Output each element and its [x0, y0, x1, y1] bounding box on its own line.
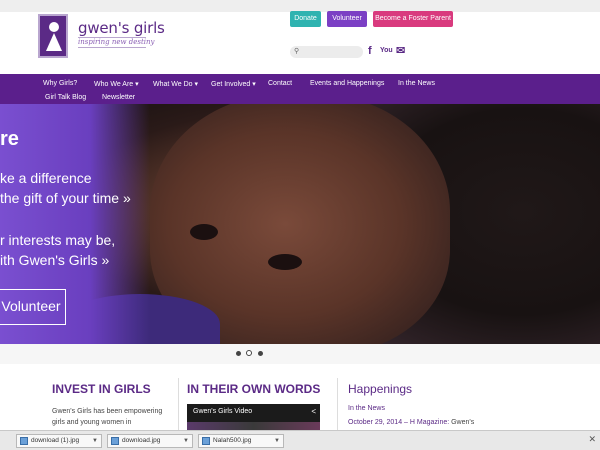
- video-player[interactable]: Gwen's Girls Video <: [187, 404, 320, 430]
- hero-line-2[interactable]: the gift of your time »: [0, 190, 131, 206]
- logo-body-icon: [46, 33, 62, 51]
- column-divider: [337, 378, 338, 430]
- nav-item-who-we-are[interactable]: Who We Are ▾: [94, 80, 139, 88]
- nav-item-girl-talk-blog[interactable]: Girl Talk Blog: [45, 94, 86, 101]
- brand-tagline: inspiring new destiny: [78, 38, 155, 46]
- image-file-icon: [202, 437, 210, 445]
- content-columns: INVEST IN GIRLS Gwen's Girls has been em…: [0, 364, 600, 430]
- words-heading[interactable]: IN THEIR OWN WORDS: [187, 382, 320, 396]
- invest-body-line-2: girls and young women in: [52, 419, 132, 426]
- hero-photo-eye-right: [268, 254, 302, 270]
- main-nav: Why Girls? Who We Are ▾ What We Do ▾ Get…: [0, 74, 600, 104]
- happenings-heading[interactable]: Happenings: [348, 382, 412, 396]
- facebook-icon[interactable]: f: [368, 45, 372, 57]
- hero-line-4[interactable]: ith Gwen's Girls »: [0, 252, 109, 268]
- youtube-icon[interactable]: You: [380, 47, 393, 54]
- volunteer-button[interactable]: Volunteer: [327, 11, 367, 27]
- news-snippet: Gwen's: [449, 419, 475, 426]
- invest-heading[interactable]: INVEST IN GIRLS: [52, 382, 151, 396]
- logo-head-icon: [49, 22, 59, 32]
- column-divider: [178, 378, 179, 430]
- search-icon: ⚲: [294, 48, 300, 55]
- nav-item-in-the-news[interactable]: In the News: [398, 80, 435, 87]
- download-filename: Nalah500.jpg: [213, 437, 252, 444]
- hero-title: re: [0, 128, 19, 150]
- nav-item-events[interactable]: Events and Happenings: [310, 80, 384, 87]
- invest-body-line-1: Gwen's Girls has been empowering: [52, 408, 163, 415]
- hero-line-3: r interests may be,: [0, 232, 116, 248]
- hero-volunteer-button[interactable]: Volunteer: [0, 289, 66, 325]
- video-title: Gwen's Girls Video: [193, 408, 253, 415]
- hero-photo-eye-left: [190, 224, 218, 240]
- nav-item-why-girls[interactable]: Why Girls?: [43, 80, 77, 87]
- hero-slider[interactable]: re ke a difference the gift of your time…: [0, 104, 600, 344]
- in-the-news-link[interactable]: In the News: [348, 405, 385, 412]
- video-thumbnail: [187, 422, 320, 430]
- brand-divider-bottom: [78, 47, 146, 48]
- news-date: October 29, 2014 – H Magazine:: [348, 419, 450, 426]
- chevron-down-icon[interactable]: ▼: [92, 435, 98, 447]
- download-item[interactable]: download (1).jpg ▼: [16, 434, 102, 448]
- brand-name[interactable]: gwen's girls: [78, 19, 165, 37]
- hero-line-1: ke a difference: [0, 170, 92, 186]
- foster-parent-button[interactable]: Become a Foster Parent: [373, 11, 453, 27]
- carousel-dot-3[interactable]: [258, 351, 263, 356]
- share-icon[interactable]: <: [311, 407, 316, 416]
- download-filename: download.jpg: [122, 437, 161, 444]
- donate-button[interactable]: Donate: [290, 11, 321, 27]
- carousel-dot-1[interactable]: [236, 351, 241, 356]
- nav-item-newsletter[interactable]: Newsletter: [102, 94, 135, 101]
- carousel-dots: [0, 344, 600, 364]
- page: gwen's girls inspiring new destiny Donat…: [0, 0, 600, 450]
- nav-item-what-we-do[interactable]: What We Do ▾: [153, 80, 198, 88]
- nav-item-contact[interactable]: Contact: [268, 80, 292, 87]
- image-file-icon: [111, 437, 119, 445]
- download-item[interactable]: download.jpg ▼: [107, 434, 193, 448]
- close-icon[interactable]: ✕: [588, 434, 596, 445]
- downloads-bar: download (1).jpg ▼ download.jpg ▼ Nalah5…: [0, 430, 600, 450]
- search-input[interactable]: ⚲: [290, 46, 363, 58]
- chevron-down-icon[interactable]: ▼: [183, 435, 189, 447]
- download-item[interactable]: Nalah500.jpg ▼: [198, 434, 284, 448]
- gwens-girls-logo[interactable]: [38, 14, 68, 58]
- chevron-down-icon[interactable]: ▼: [274, 435, 280, 447]
- nav-item-get-involved[interactable]: Get Involved ▾: [211, 80, 256, 88]
- download-filename: download (1).jpg: [31, 437, 80, 444]
- carousel-dot-2[interactable]: [246, 350, 252, 356]
- email-icon[interactable]: ✉: [396, 44, 405, 57]
- news-item[interactable]: October 29, 2014 – H Magazine: Gwen's: [348, 419, 474, 426]
- image-file-icon: [20, 437, 28, 445]
